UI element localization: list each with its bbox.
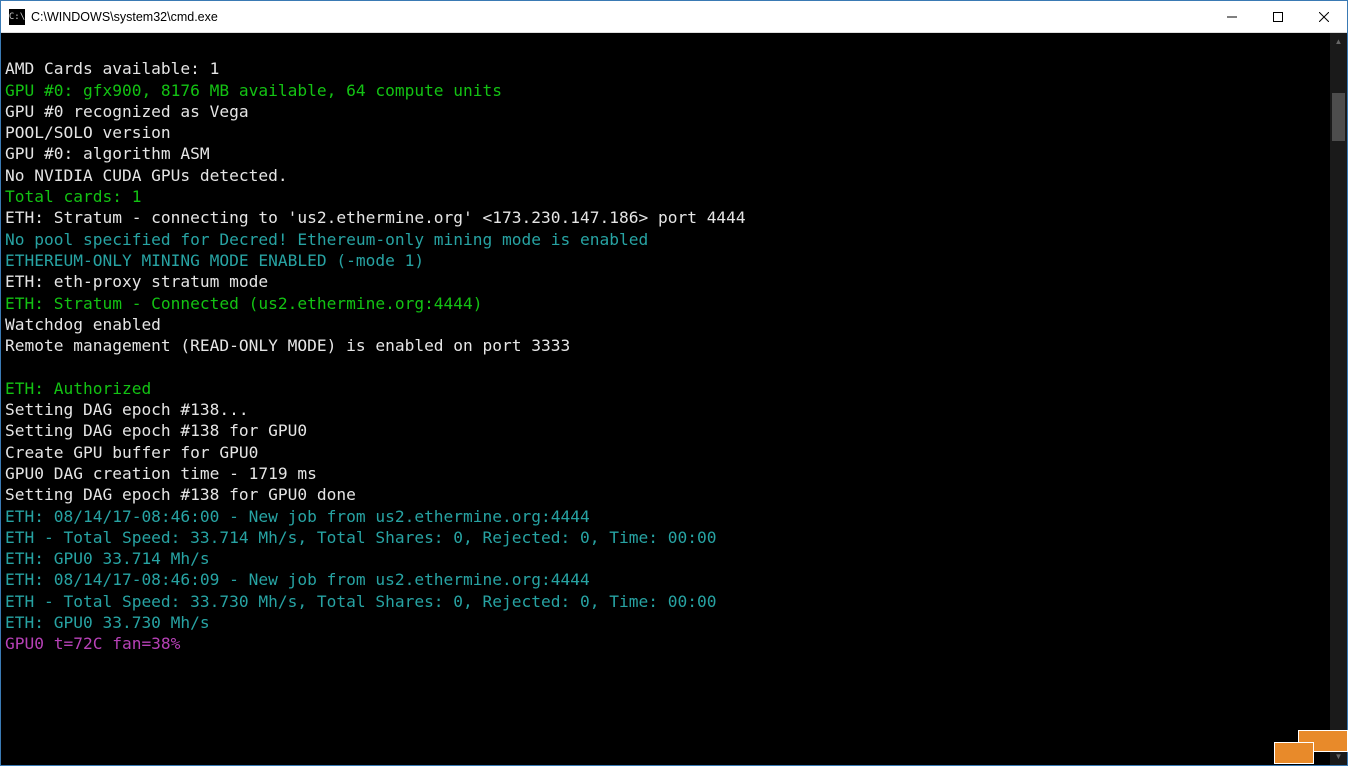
terminal-line: ETH: Authorized [5,378,1326,399]
terminal-line: ETH - Total Speed: 33.714 Mh/s, Total Sh… [5,527,1326,548]
terminal-line: Watchdog enabled [5,314,1326,335]
maximize-icon [1273,12,1283,22]
terminal-line [5,356,1326,377]
terminal-line: Setting DAG epoch #138... [5,399,1326,420]
terminal-line: GPU #0: gfx900, 8176 MB available, 64 co… [5,80,1326,101]
terminal-line: Remote management (READ-ONLY MODE) is en… [5,335,1326,356]
window-controls [1209,1,1347,32]
terminal-line: ETH: GPU0 33.714 Mh/s [5,548,1326,569]
terminal-line: Setting DAG epoch #138 for GPU0 done [5,484,1326,505]
close-icon [1319,12,1329,22]
cmd-window: C:\ C:\WINDOWS\system32\cmd.exe AMD Card… [0,0,1348,766]
scroll-down-button[interactable]: ▼ [1330,748,1347,765]
maximize-button[interactable] [1255,1,1301,32]
terminal-line: AMD Cards available: 1 [5,58,1326,79]
terminal-line: ETH: 08/14/17-08:46:09 - New job from us… [5,569,1326,590]
terminal-area: AMD Cards available: 1GPU #0: gfx900, 81… [1,33,1347,765]
scroll-up-button[interactable]: ▲ [1330,33,1347,50]
terminal-line: Setting DAG epoch #138 for GPU0 [5,420,1326,441]
terminal-line: GPU0 DAG creation time - 1719 ms [5,463,1326,484]
terminal-line: No NVIDIA CUDA GPUs detected. [5,165,1326,186]
terminal-line: Create GPU buffer for GPU0 [5,442,1326,463]
terminal-line: ETH: Stratum - connecting to 'us2.etherm… [5,207,1326,228]
scroll-thumb[interactable] [1332,93,1345,141]
terminal-output[interactable]: AMD Cards available: 1GPU #0: gfx900, 81… [1,33,1330,765]
terminal-line: ETH: 08/14/17-08:46:00 - New job from us… [5,506,1326,527]
window-title: C:\WINDOWS\system32\cmd.exe [31,1,1209,33]
terminal-line: GPU #0 recognized as Vega [5,101,1326,122]
terminal-line: ETH - Total Speed: 33.730 Mh/s, Total Sh… [5,591,1326,612]
terminal-line: ETHEREUM-ONLY MINING MODE ENABLED (-mode… [5,250,1326,271]
terminal-line: ETH: eth-proxy stratum mode [5,271,1326,292]
minimize-icon [1227,12,1237,22]
terminal-line: No pool specified for Decred! Ethereum-o… [5,229,1326,250]
terminal-line: ETH: Stratum - Connected (us2.ethermine.… [5,293,1326,314]
terminal-line: GPU #0: algorithm ASM [5,143,1326,164]
minimize-button[interactable] [1209,1,1255,32]
cmd-icon: C:\ [9,9,25,25]
terminal-line: POOL/SOLO version [5,122,1326,143]
terminal-line: ETH: GPU0 33.730 Mh/s [5,612,1326,633]
terminal-line: Total cards: 1 [5,186,1326,207]
titlebar[interactable]: C:\ C:\WINDOWS\system32\cmd.exe [1,1,1347,33]
vertical-scrollbar[interactable]: ▲ ▼ [1330,33,1347,765]
terminal-line [5,37,1326,58]
terminal-line: GPU0 t=72C fan=38% [5,633,1326,654]
close-button[interactable] [1301,1,1347,32]
